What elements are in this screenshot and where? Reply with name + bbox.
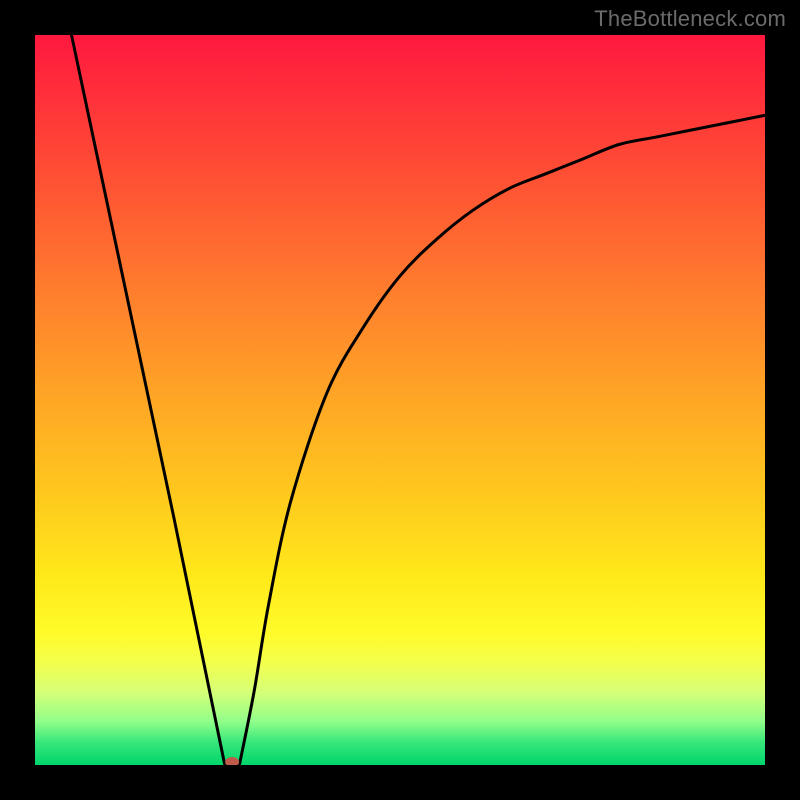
bottleneck-curve — [72, 35, 766, 765]
chart-frame: TheBottleneck.com — [0, 0, 800, 800]
curve-svg — [35, 35, 765, 765]
plot-area — [35, 35, 765, 765]
watermark-text: TheBottleneck.com — [594, 6, 786, 32]
minimum-marker — [225, 757, 239, 765]
